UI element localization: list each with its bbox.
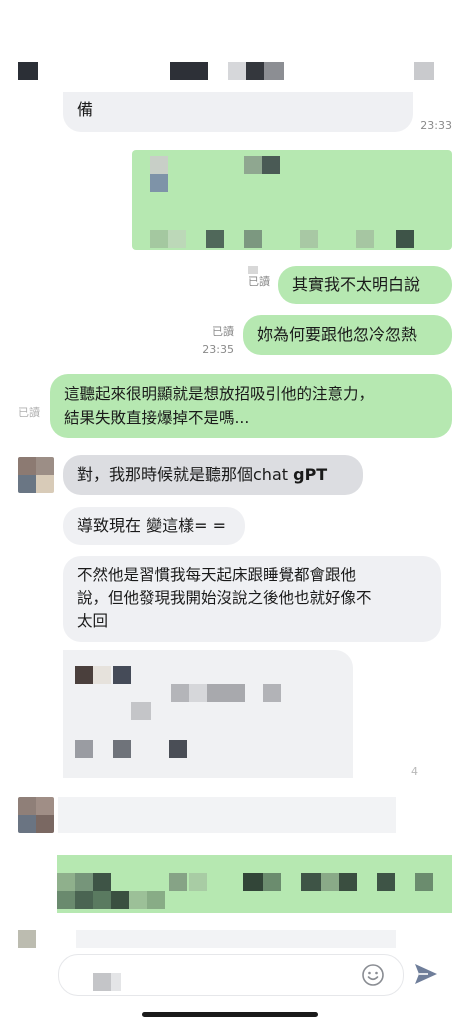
message-text-line: 說，但他發現我開始沒說之後他也就好像不 (77, 589, 372, 607)
message-bubble: 其實我不太明白說 (278, 266, 452, 304)
message-bubble: 對，我那時候就是聽那個chat gPT (63, 455, 363, 495)
avatar[interactable] (18, 457, 54, 493)
redacted-message (76, 930, 396, 950)
message-input[interactable] (58, 954, 404, 996)
message-time: 4 (411, 765, 418, 778)
menu-button[interactable] (414, 62, 434, 80)
chat-header (0, 0, 460, 100)
emoji-button[interactable] (361, 963, 385, 987)
message-bubble: 妳為何要跟他忽冷忽熱 (243, 315, 452, 355)
read-receipt: 已讀 (18, 406, 40, 419)
send-icon (415, 964, 437, 984)
read-receipt: 已讀 (212, 325, 234, 338)
outgoing-image-message[interactable] (132, 150, 452, 250)
composer-bar (0, 948, 460, 1024)
send-button[interactable] (412, 960, 440, 988)
message-bubble: 這聽起來很明顯就是想放招吸引他的注意力， 結果失敗直接爆掉不是嗎... (50, 374, 452, 438)
message-time: 23:35 (202, 343, 234, 356)
read-receipt: 已讀 (240, 266, 270, 288)
back-button[interactable] (18, 62, 38, 80)
message-text: 導致現在 變這樣= = (77, 516, 226, 535)
home-indicator (142, 1012, 318, 1017)
message-text: 其實我不太明白說 (292, 275, 421, 294)
redacted-message (63, 650, 353, 778)
message-text-line: 結果失敗直接爆掉不是嗎... (64, 409, 250, 427)
message-bubble: 不然他是習慣我每天起床跟睡覺都會跟他 說，但他發現我開始沒說之後他也就好像不 太… (63, 556, 441, 642)
message-text-bold: gPT (293, 465, 328, 484)
message-text-line: 不然他是習慣我每天起床跟睡覺都會跟他 (77, 566, 357, 584)
message-time: 23:33 (420, 119, 452, 132)
message-text: 備 (77, 100, 94, 119)
message-text-line: 這聽起來很明顯就是想放招吸引他的注意力， (64, 385, 375, 403)
message-text: 妳為何要跟他忽冷忽熱 (257, 325, 418, 344)
message-bubble: 備 (63, 92, 413, 132)
smile-icon (362, 964, 384, 986)
avatar[interactable] (18, 797, 54, 833)
redacted-message (58, 797, 396, 833)
message-bubble: 導致現在 變這樣= = (63, 507, 245, 545)
message-text: 對，我那時候就是聽那個chat (77, 465, 294, 484)
chat-title (170, 60, 285, 82)
outgoing-image-message[interactable] (57, 855, 452, 913)
message-text-line: 太回 (77, 612, 109, 630)
avatar[interactable] (18, 930, 36, 948)
